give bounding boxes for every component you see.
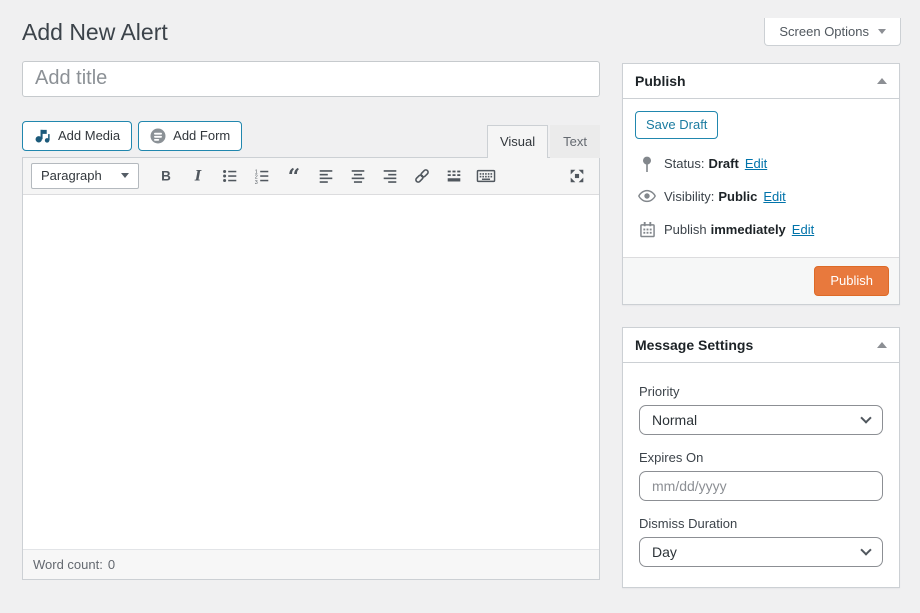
- edit-publish-date-link[interactable]: Edit: [792, 222, 814, 237]
- priority-field: Priority Normal: [639, 384, 883, 435]
- align-left-icon: [317, 167, 335, 185]
- fullscreen-icon: [568, 167, 586, 185]
- priority-selected-value: Normal: [652, 412, 697, 428]
- svg-text:B: B: [161, 168, 171, 183]
- paragraph-format-dropdown[interactable]: Paragraph: [31, 163, 139, 189]
- add-media-button[interactable]: Add Media: [22, 121, 132, 151]
- expires-on-input[interactable]: [639, 471, 883, 501]
- visibility-row: Visibility: Public Edit: [637, 189, 885, 204]
- align-center-icon: [349, 167, 367, 185]
- screen-options-label: Screen Options: [779, 24, 869, 39]
- status-value: Draft: [708, 156, 738, 171]
- italic-button[interactable]: I: [183, 163, 212, 189]
- word-count-value: 0: [108, 557, 115, 572]
- align-right-button[interactable]: [375, 163, 404, 189]
- visibility-label: Visibility:: [664, 189, 714, 204]
- editor-mode-tabs: Visual Text: [487, 125, 600, 158]
- publish-panel-body: Save Draft Status: Draft Edit: [623, 99, 899, 257]
- publish-button[interactable]: Publish: [814, 266, 889, 296]
- dismiss-duration-select[interactable]: Day: [639, 537, 883, 567]
- collapse-arrow-icon[interactable]: [877, 78, 887, 84]
- form-icon: [150, 128, 166, 144]
- toolbar-toggle-button[interactable]: [471, 163, 500, 189]
- numbered-list-icon: 1 2 3: [253, 167, 271, 185]
- priority-control: Normal: [639, 405, 883, 435]
- tab-text[interactable]: Text: [550, 125, 600, 158]
- bold-button[interactable]: B: [151, 163, 180, 189]
- editor-toolbar: Paragraph B I: [23, 158, 599, 195]
- publish-panel: Publish Save Draft Status: Draft Edit: [622, 63, 900, 305]
- fullscreen-button[interactable]: [562, 163, 591, 189]
- bulleted-list-icon: [221, 167, 239, 185]
- keyboard-icon: [476, 167, 496, 185]
- expires-on-label: Expires On: [639, 450, 883, 465]
- editor: Paragraph B I: [22, 157, 600, 580]
- publish-panel-footer: Publish: [623, 257, 899, 304]
- align-left-button[interactable]: [311, 163, 340, 189]
- editor-content-area[interactable]: [23, 195, 599, 549]
- bold-icon: B: [157, 167, 175, 185]
- paragraph-format-label: Paragraph: [41, 168, 102, 183]
- tab-visual[interactable]: Visual: [487, 125, 548, 158]
- align-center-button[interactable]: [343, 163, 372, 189]
- edit-status-link[interactable]: Edit: [745, 156, 767, 171]
- chevron-down-icon: [878, 29, 886, 34]
- align-right-icon: [381, 167, 399, 185]
- publish-date-value: immediately: [711, 222, 786, 237]
- publish-panel-title: Publish: [635, 73, 686, 89]
- add-form-label: Add Form: [173, 128, 230, 143]
- status-label: Status:: [664, 156, 704, 171]
- message-settings-title: Message Settings: [635, 337, 753, 353]
- save-draft-button[interactable]: Save Draft: [635, 111, 718, 139]
- editor-top-row: Add Media Add Form Visual: [22, 121, 600, 157]
- expires-on-control: [639, 471, 883, 501]
- pin-icon: [637, 156, 657, 172]
- media-buttons: Add Media Add Form: [22, 121, 242, 157]
- numbered-list-button[interactable]: 1 2 3: [247, 163, 276, 189]
- link-icon: [413, 167, 431, 185]
- chevron-down-icon: [121, 173, 129, 178]
- edit-visibility-link[interactable]: Edit: [763, 189, 785, 204]
- insert-link-button[interactable]: [407, 163, 436, 189]
- editor-statusbar: Word count: 0: [23, 549, 599, 579]
- bulleted-list-button[interactable]: [215, 163, 244, 189]
- italic-icon: I: [189, 167, 207, 185]
- expires-on-field: Expires On: [639, 450, 883, 501]
- blockquote-button[interactable]: “: [279, 163, 308, 189]
- main-column: Add Media Add Form Visual: [22, 61, 600, 580]
- publish-panel-header[interactable]: Publish: [623, 64, 899, 99]
- message-settings-body: Priority Normal Expires On Dismi: [623, 363, 899, 587]
- add-media-label: Add Media: [58, 128, 120, 143]
- title-input[interactable]: [22, 61, 600, 97]
- read-more-icon: [445, 167, 463, 185]
- add-form-button[interactable]: Add Form: [138, 121, 242, 151]
- dismiss-duration-field: Dismiss Duration Day: [639, 516, 883, 567]
- calendar-icon: [637, 221, 657, 238]
- publish-date-row: Publish immediately Edit: [637, 221, 885, 238]
- blockquote-icon: “: [285, 167, 303, 185]
- page-layout: Add Media Add Form Visual: [22, 61, 900, 610]
- dismiss-duration-control: Day: [639, 537, 883, 567]
- priority-select[interactable]: Normal: [639, 405, 883, 435]
- status-row: Status: Draft Edit: [637, 156, 885, 172]
- word-count-label: Word count:: [33, 557, 103, 572]
- collapse-arrow-icon[interactable]: [877, 342, 887, 348]
- media-note-icon: [34, 128, 51, 143]
- visibility-value: Public: [718, 189, 757, 204]
- message-settings-header[interactable]: Message Settings: [623, 328, 899, 363]
- publish-date-label: Publish: [664, 222, 707, 237]
- svg-text:I: I: [193, 168, 201, 184]
- svg-text:3: 3: [254, 180, 257, 185]
- dismiss-duration-label: Dismiss Duration: [639, 516, 883, 531]
- priority-label: Priority: [639, 384, 883, 399]
- svg-text:“: “: [287, 167, 299, 185]
- screen-options-button[interactable]: Screen Options: [764, 18, 901, 46]
- read-more-button[interactable]: [439, 163, 468, 189]
- dismiss-duration-selected-value: Day: [652, 544, 677, 560]
- eye-icon: [637, 189, 657, 203]
- message-settings-panel: Message Settings Priority Normal Expires…: [622, 327, 900, 588]
- sidebar: Publish Save Draft Status: Draft Edit: [622, 63, 900, 610]
